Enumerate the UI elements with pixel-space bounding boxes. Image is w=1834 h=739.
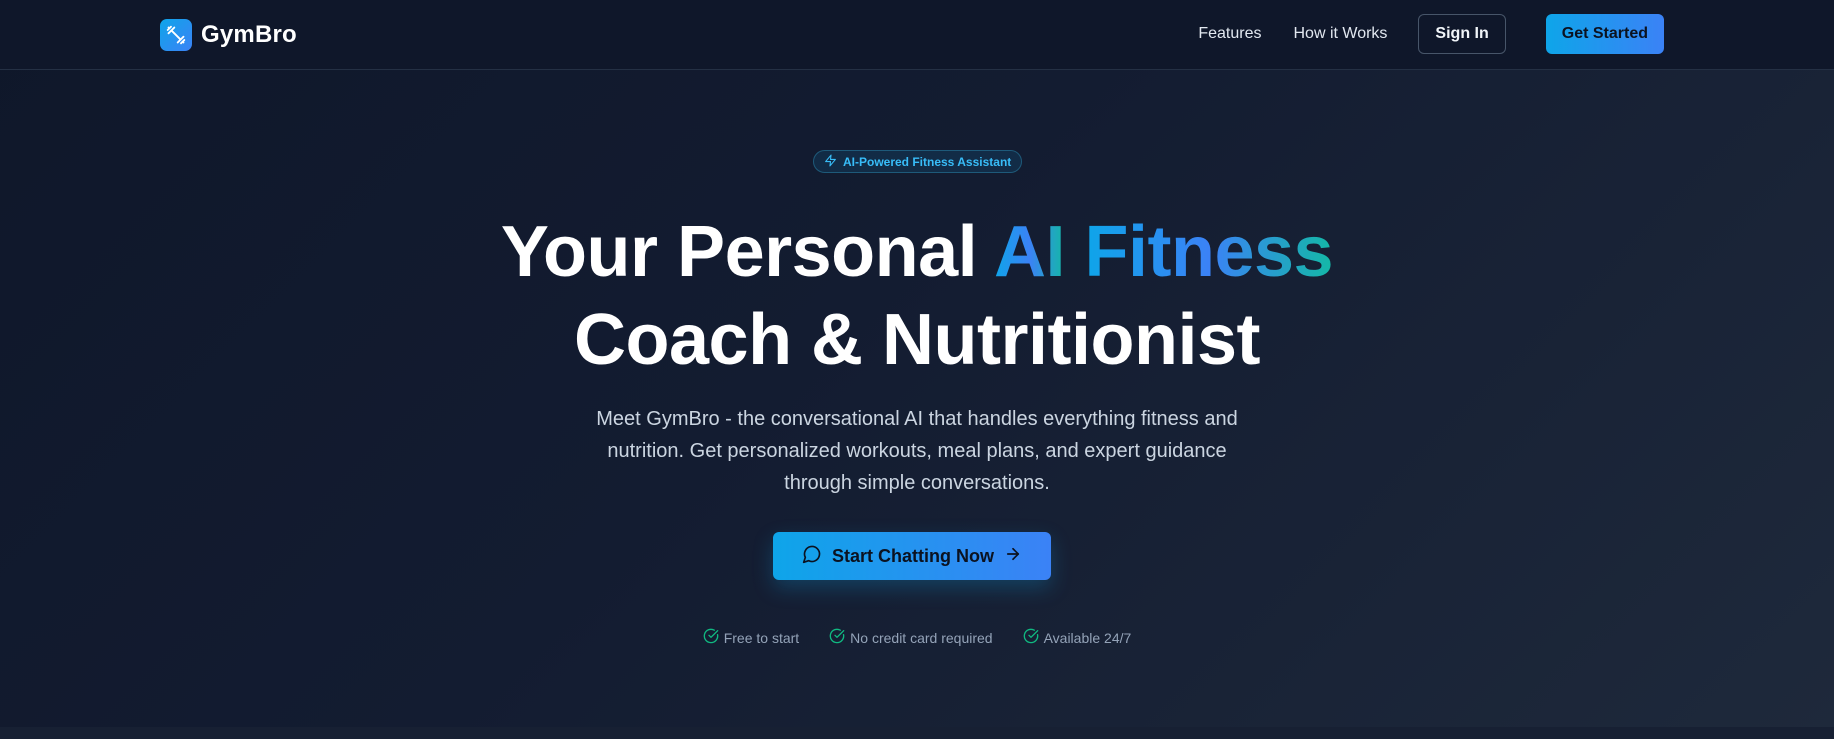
get-started-button[interactable]: Get Started	[1545, 14, 1664, 54]
feature-badge: AI-Powered Fitness Assistant	[813, 150, 1023, 173]
headline-highlight-ai: AI	[994, 212, 1066, 292]
dumbbell-icon	[160, 19, 192, 51]
hero-subtitle: Meet GymBro - the conversational AI that…	[596, 408, 1238, 494]
landing-page: GymBro Features How it Works Sign In Get…	[0, 0, 1834, 739]
main-nav: Features How it Works Sign In Get Starte…	[1198, 14, 1664, 54]
perk-item: Available 24/7	[1023, 628, 1132, 647]
brand-name: GymBro	[201, 21, 297, 48]
check-circle-icon	[829, 628, 845, 647]
nav-link-features[interactable]: Features	[1198, 25, 1261, 43]
lightning-icon	[824, 154, 837, 170]
headline-highlight-fitness: Fitness	[1084, 212, 1334, 292]
cta-label: Start Chatting Now	[832, 545, 994, 566]
perk-label: Available 24/7	[1043, 629, 1132, 646]
perk-item: Free to start	[703, 628, 799, 647]
next-section-edge	[0, 727, 1834, 739]
sign-in-button[interactable]: Sign In	[1418, 14, 1506, 54]
badge-label: AI-Powered Fitness Assistant	[843, 154, 1012, 169]
brand-logo[interactable]: GymBro	[160, 19, 297, 51]
headline-line2: Coach & Nutritionist	[574, 300, 1261, 380]
start-chatting-button[interactable]: Start Chatting Now	[773, 532, 1051, 580]
check-circle-icon	[1023, 628, 1039, 647]
top-navbar: GymBro Features How it Works Sign In Get…	[0, 0, 1834, 70]
arrow-right-icon	[1004, 545, 1022, 568]
perks-list: Free to start No credit card required Av…	[0, 628, 1834, 647]
headline-part1: Your Personal	[500, 212, 995, 292]
hero-headline: Your Personal AI Fitness Coach & Nutriti…	[0, 208, 1834, 384]
perk-label: No credit card required	[850, 629, 993, 646]
perk-label: Free to start	[723, 629, 800, 646]
chat-bubble-icon	[802, 544, 822, 569]
check-circle-icon	[703, 628, 719, 647]
nav-link-how-it-works[interactable]: How it Works	[1293, 25, 1387, 43]
perk-item: No credit card required	[829, 628, 993, 647]
